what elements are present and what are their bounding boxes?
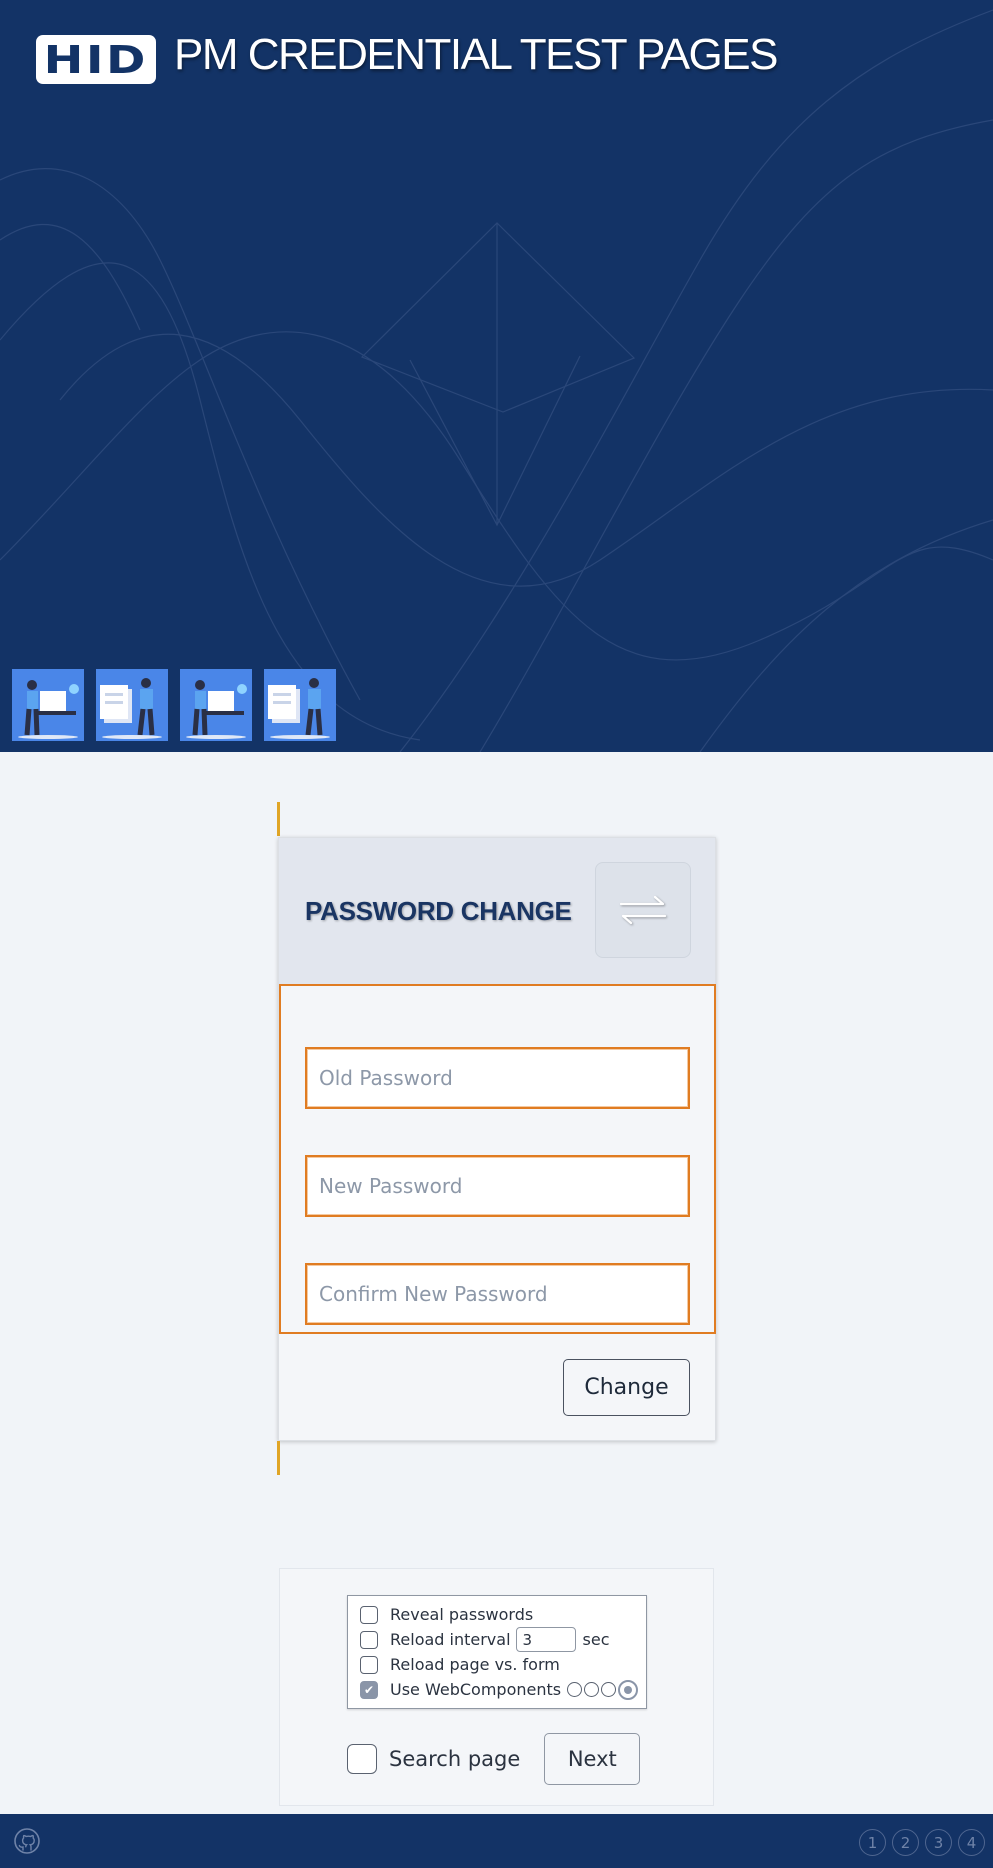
change-button[interactable]: Change <box>563 1359 690 1416</box>
reload-interval-input[interactable] <box>515 1627 576 1652</box>
person-laptop-icon <box>186 680 247 739</box>
new-password-input[interactable] <box>307 1157 688 1215</box>
options-box: Reveal passwords Reload interval sec Rel… <box>347 1595 647 1709</box>
thumbnail-login-3[interactable] <box>180 669 252 741</box>
page-link-3[interactable]: 3 <box>925 1829 952 1856</box>
footer: 1 2 3 4 <box>0 1814 993 1868</box>
header-banner: HID PM CREDENTIAL TEST PAGES <box>0 0 993 752</box>
old-password-input[interactable] <box>307 1049 688 1107</box>
person-form-icon <box>100 678 162 739</box>
old-password-field <box>305 1047 690 1109</box>
mode-radio-3[interactable] <box>601 1682 616 1697</box>
thumbnail-login-1[interactable] <box>12 669 84 741</box>
webcomponents-row: ✔ Use WebComponents <box>348 1677 646 1702</box>
card-title: PASSWORD CHANGE <box>305 896 572 926</box>
mode-radio-group <box>567 1679 638 1700</box>
new-password-field <box>305 1155 690 1217</box>
reload-page-row: Reload page vs. form <box>348 1652 646 1677</box>
page-link-1[interactable]: 1 <box>859 1829 886 1856</box>
reload-interval-unit: sec <box>582 1630 610 1649</box>
card-header: PASSWORD CHANGE <box>279 838 715 984</box>
password-change-card: PASSWORD CHANGE Change <box>278 837 716 1441</box>
webcomponents-checkbox[interactable]: ✔ <box>360 1680 378 1699</box>
logo-text: HID <box>43 37 149 82</box>
search-page-label: Search page <box>389 1747 521 1771</box>
reload-page-checkbox[interactable] <box>360 1655 378 1674</box>
confirm-password-input[interactable] <box>307 1265 688 1323</box>
swap-button[interactable] <box>595 862 691 958</box>
confirm-password-field <box>305 1263 690 1325</box>
webcomponents-label: Use WebComponents <box>390 1680 562 1699</box>
search-row: Search page Next <box>347 1733 641 1785</box>
swap-arrows-icon <box>619 895 667 925</box>
card-accent-bottom <box>277 1441 280 1475</box>
password-fields-group <box>279 984 716 1334</box>
thumbnail-strip <box>12 669 336 741</box>
thumbnail-form-4[interactable] <box>264 669 336 741</box>
background-decoration <box>0 9 993 752</box>
reload-interval-label: Reload interval <box>390 1630 511 1649</box>
options-panel: Reveal passwords Reload interval sec Rel… <box>279 1568 714 1806</box>
reload-interval-checkbox[interactable] <box>360 1630 378 1649</box>
reload-interval-row: Reload interval sec <box>348 1627 646 1652</box>
person-laptop-icon <box>18 680 79 739</box>
reload-page-label: Reload page vs. form <box>390 1655 560 1674</box>
reveal-passwords-label: Reveal passwords <box>390 1605 534 1624</box>
reveal-passwords-checkbox[interactable] <box>360 1605 378 1624</box>
page-title: PM CREDENTIAL TEST PAGES <box>174 30 778 79</box>
hid-logo: HID <box>36 35 156 84</box>
mode-radio-1[interactable] <box>567 1682 582 1697</box>
next-button[interactable]: Next <box>544 1733 641 1785</box>
mode-radio-2[interactable] <box>584 1682 599 1697</box>
mode-radio-4[interactable] <box>618 1679 638 1700</box>
thumbnail-form-2[interactable] <box>96 669 168 741</box>
github-icon[interactable] <box>13 1827 41 1855</box>
reveal-passwords-row: Reveal passwords <box>348 1602 646 1627</box>
person-form-icon <box>268 678 330 739</box>
page-link-2[interactable]: 2 <box>892 1829 919 1856</box>
search-page-checkbox[interactable] <box>347 1744 377 1774</box>
card-accent-top <box>277 802 280 836</box>
page-link-4[interactable]: 4 <box>958 1829 985 1856</box>
page-pagination: 1 2 3 4 <box>859 1829 985 1856</box>
